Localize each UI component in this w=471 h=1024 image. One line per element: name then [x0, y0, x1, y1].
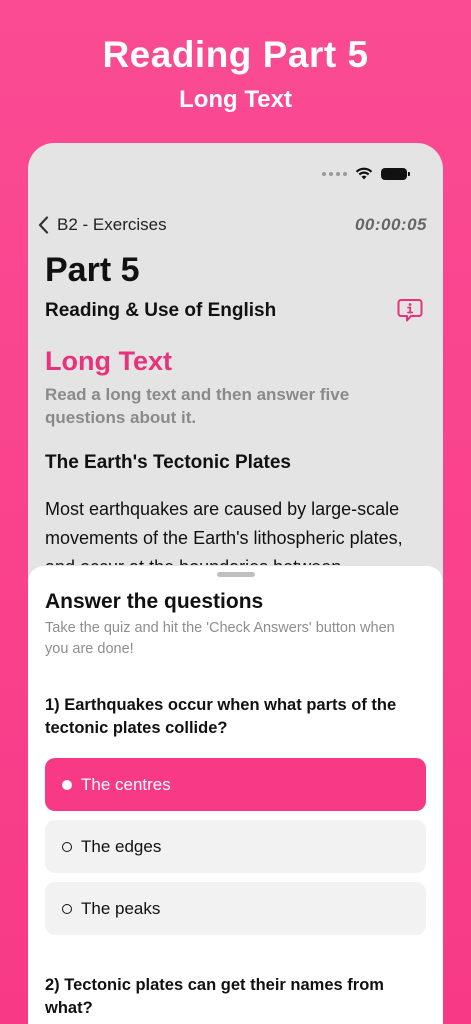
answer-option-label: The edges	[81, 836, 162, 856]
section-name: Reading & Use of English	[45, 300, 277, 321]
back-button[interactable]: B2 - Exercises	[38, 215, 167, 235]
question-2: 2) Tectonic plates can get their names f…	[45, 976, 384, 1017]
promo-subtitle: Long Text	[179, 86, 292, 113]
reading-text-body: Most earthquakes are caused by large-sca…	[45, 499, 403, 565]
answer-option-centres[interactable]: The centres	[45, 758, 426, 811]
filled-circle-icon	[62, 779, 72, 790]
answer-option-peaks[interactable]: The peaks	[45, 882, 426, 935]
empty-circle-icon	[62, 903, 72, 914]
nav-bar: B2 - Exercises 00:00:05	[38, 213, 427, 237]
back-label: B2 - Exercises	[57, 215, 167, 234]
sheet-grabber[interactable]	[216, 572, 255, 577]
info-bubble-icon[interactable]	[397, 297, 423, 328]
sheet-subtitle: Take the quiz and hit the 'Check Answers…	[45, 620, 395, 657]
task-title: Long Text	[45, 346, 172, 376]
timer: 00:00:05	[354, 215, 427, 234]
empty-circle-icon	[62, 841, 72, 852]
chevron-left-icon	[38, 216, 49, 234]
page-title: Part 5	[45, 251, 140, 289]
answer-option-label: The centres	[81, 774, 171, 794]
answer-option-edges[interactable]: The edges	[45, 820, 426, 873]
battery-icon	[381, 167, 410, 180]
answer-sheet: Answer the questions Take the quiz and h…	[28, 566, 443, 1024]
wifi-icon	[355, 167, 373, 180]
promo-title: Reading Part 5	[102, 34, 369, 75]
reading-text-title: The Earth's Tectonic Plates	[45, 452, 291, 473]
signal-icon	[322, 171, 347, 176]
question-1: 1) Earthquakes occur when what parts of …	[45, 696, 397, 737]
sheet-title: Answer the questions	[45, 590, 264, 613]
phone-screen: B2 - Exercises 00:00:05 Part 5 Reading &…	[28, 143, 443, 1024]
status-bar	[322, 167, 410, 180]
answer-option-label: The peaks	[81, 898, 161, 918]
task-description: Read a long text and then answer five qu…	[45, 385, 350, 427]
